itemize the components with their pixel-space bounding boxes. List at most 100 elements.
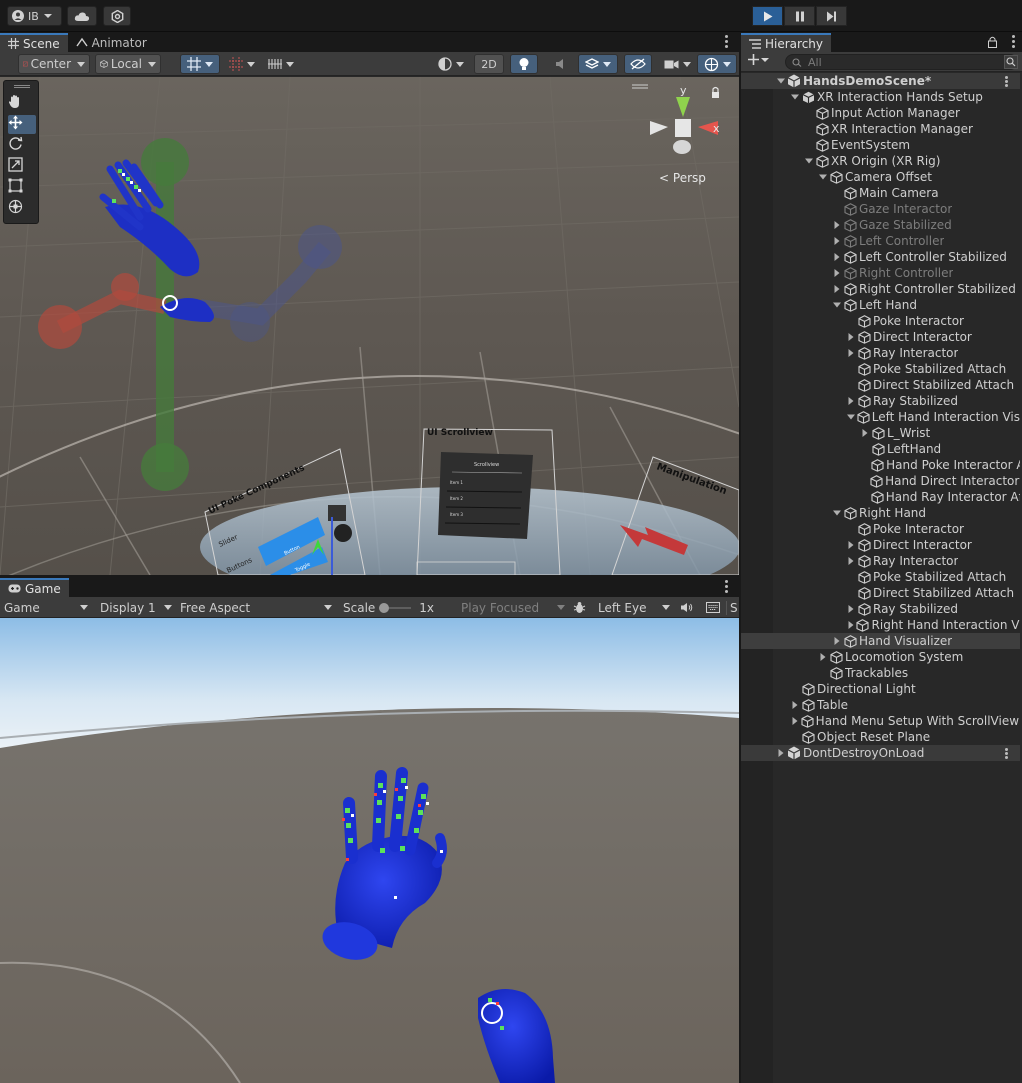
effects-toggle[interactable] [578,54,618,74]
pivot-dropdown[interactable]: Center [18,54,90,74]
shading-mode-dropdown[interactable] [433,54,469,74]
hierarchy-item[interactable]: Hand Direct Interactor A [741,473,1020,489]
hierarchy-item[interactable]: Ray Stabilized [741,393,1020,409]
hierarchy-item[interactable]: Camera Offset [741,169,1020,185]
hierarchy-item[interactable]: Table [741,697,1020,713]
scene-menu-icon[interactable] [1005,76,1008,87]
hierarchy-item[interactable]: Object Reset Plane [741,729,1020,745]
foldout-closed-icon[interactable] [845,541,857,549]
hierarchy-item[interactable]: Poke Stabilized Attach [741,569,1020,585]
camera-settings-dropdown[interactable] [659,54,695,74]
hierarchy-item[interactable]: LeftHand [741,441,1020,457]
scene-viewport[interactable]: UI Poke Components Slider Buttons Button… [0,77,739,575]
hierarchy-item[interactable]: Left Controller [741,233,1020,249]
foldout-open-icon[interactable] [789,93,801,101]
hierarchy-search-input[interactable]: All [785,54,1018,70]
hierarchy-item[interactable]: Input Action Manager [741,105,1020,121]
game-menu-icon[interactable] [725,580,729,593]
hierarchy-item[interactable]: Left Hand Interaction Visu [741,409,1020,425]
hierarchy-item[interactable]: Right Hand [741,505,1020,521]
hierarchy-item[interactable]: Hand Menu Setup With ScrollView V [741,713,1020,729]
mode-2d-toggle[interactable]: 2D [474,54,504,74]
scene-menu-icon[interactable] [1005,748,1008,759]
hierarchy-item[interactable]: Direct Interactor [741,537,1020,553]
hierarchy-item[interactable]: L_Wrist [741,425,1020,441]
create-dropdown[interactable] [748,54,769,65]
eye-dropdown[interactable]: Left Eye [598,597,670,618]
foldout-closed-icon[interactable] [831,637,843,645]
foldout-closed-icon[interactable] [789,717,800,725]
display-dropdown[interactable]: Display 1 [100,597,172,618]
hierarchy-item[interactable]: Directional Light [741,681,1020,697]
hierarchy-item[interactable]: Hand Poke Interactor A [741,457,1020,473]
tab-game[interactable]: Game [0,578,69,597]
hierarchy-item[interactable]: Right Hand Interaction Vis [741,617,1020,633]
play-focused-dropdown[interactable]: Play Focused [461,597,565,618]
hierarchy-item[interactable]: Hand Visualizer [741,633,1020,649]
hierarchy-item[interactable]: Gaze Stabilized [741,217,1020,233]
hierarchy-scene-row[interactable]: DontDestroyOnLoad [741,745,1020,761]
stats-label-wrapper[interactable]: S [726,597,738,618]
foldout-open-icon[interactable] [775,77,787,85]
move-tool[interactable] [8,115,36,134]
hierarchy-item[interactable]: Hand Ray Interactor Aff [741,489,1020,505]
foldout-closed-icon[interactable] [817,653,829,661]
hierarchy-item[interactable]: Direct Stabilized Attach [741,377,1020,393]
hierarchy-item[interactable]: Right Controller [741,265,1020,281]
hierarchy-item[interactable]: Direct Stabilized Attach [741,585,1020,601]
foldout-closed-icon[interactable] [789,701,801,709]
settings-button[interactable] [103,6,131,26]
hierarchy-item[interactable]: Poke Interactor [741,521,1020,537]
hierarchy-item[interactable]: Trackables [741,665,1020,681]
hierarchy-item[interactable]: XR Interaction Hands Setup [741,89,1020,105]
scale-slider-handle[interactable] [379,602,390,613]
hierarchy-item[interactable]: Locomotion System [741,649,1020,665]
hierarchy-menu-icon[interactable] [1012,35,1016,48]
play-button[interactable] [752,6,783,26]
hierarchy-item[interactable]: Gaze Interactor [741,201,1020,217]
hierarchy-item[interactable]: Poke Stabilized Attach [741,361,1020,377]
foldout-open-icon[interactable] [803,157,815,165]
game-viewport[interactable] [0,618,739,1083]
hierarchy-item[interactable]: Main Camera [741,185,1020,201]
hierarchy-item[interactable]: Left Hand [741,297,1020,313]
foldout-closed-icon[interactable] [775,749,787,757]
scale-tool[interactable] [8,157,36,176]
foldout-open-icon[interactable] [845,413,856,421]
foldout-closed-icon[interactable] [845,605,857,613]
hierarchy-item[interactable]: Left Controller Stabilized [741,249,1020,265]
audio-toggle[interactable] [548,54,574,74]
stats-toggle[interactable] [706,597,720,618]
scene-visibility-toggle[interactable] [624,54,652,74]
hierarchy-scene-row[interactable]: HandsDemoScene* [741,73,1020,89]
hierarchy-item[interactable]: Poke Interactor [741,313,1020,329]
foldout-open-icon[interactable] [831,301,843,309]
hierarchy-item[interactable]: XR Origin (XR Rig) [741,153,1020,169]
foldout-open-icon[interactable] [817,173,829,181]
view-tool[interactable] [8,94,36,113]
frame-debugger-button[interactable] [573,597,586,618]
foldout-closed-icon[interactable] [845,349,857,357]
foldout-closed-icon[interactable] [831,269,843,277]
foldout-closed-icon[interactable] [845,557,857,565]
hierarchy-item[interactable]: XR Interaction Manager [741,121,1020,137]
foldout-closed-icon[interactable] [831,221,843,229]
foldout-closed-icon[interactable] [845,333,857,341]
lock-icon[interactable] [988,36,997,48]
grid-snap-toggle[interactable] [180,54,220,74]
aspect-dropdown[interactable]: Free Aspect [180,597,332,618]
hierarchy-item[interactable]: EventSystem [741,137,1020,153]
hierarchy-item[interactable]: Right Controller Stabilized [741,281,1020,297]
increment-snap-toggle[interactable] [224,54,260,74]
tab-animator[interactable]: Animator [68,33,155,52]
tab-scene[interactable]: Scene [0,33,68,52]
account-dropdown[interactable]: IB [7,6,62,26]
foldout-closed-icon[interactable] [831,285,843,293]
cloud-button[interactable] [67,6,97,26]
foldout-closed-icon[interactable] [831,253,843,261]
foldout-closed-icon[interactable] [845,397,857,405]
foldout-closed-icon[interactable] [859,429,871,437]
transform-tool[interactable] [8,199,36,218]
pause-button[interactable] [784,6,815,26]
hierarchy-item[interactable]: Ray Stabilized [741,601,1020,617]
